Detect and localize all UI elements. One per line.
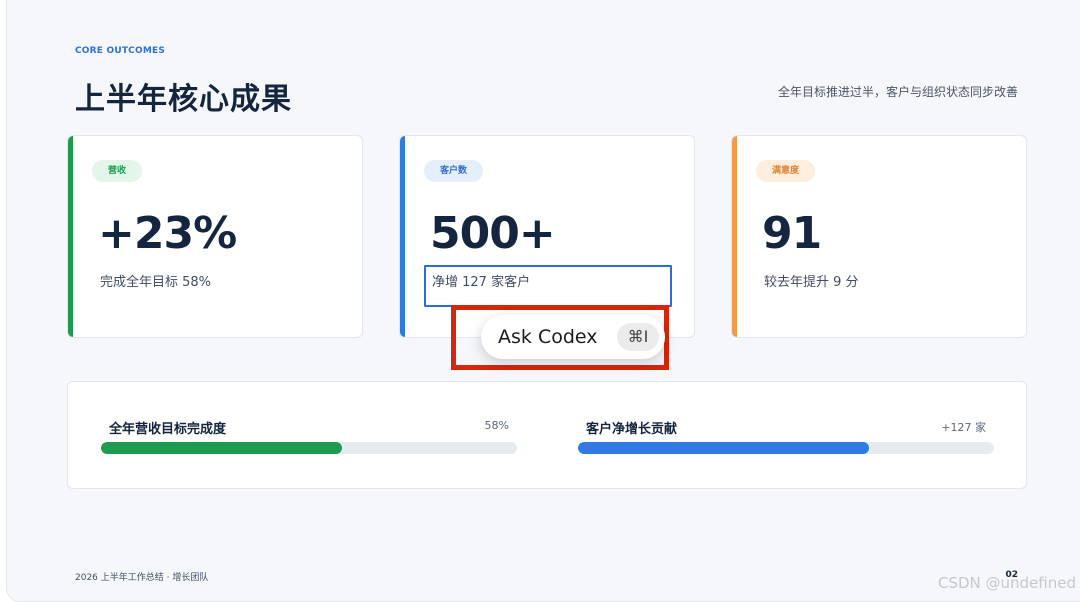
card-badge: 客户数 xyxy=(424,160,484,182)
footer-text: 2026 上半年工作总结 · 增长团队 xyxy=(75,573,209,583)
progress-label: 全年营收目标完成度 xyxy=(109,422,227,437)
card-value: 500+ xyxy=(430,208,556,259)
eyebrow-label: CORE OUTCOMES xyxy=(75,46,166,56)
kpi-card-revenue: 营收 +23% 完成全年目标 58% xyxy=(67,135,363,338)
page-title: 上半年核心成果 xyxy=(75,82,292,117)
card-value: +23% xyxy=(98,208,237,259)
progress-value: +127 家 xyxy=(941,421,986,434)
card-note: 完成全年目标 58% xyxy=(100,275,212,290)
card-note[interactable]: 净增 127 家客户 xyxy=(432,271,530,290)
kpi-card-satisfaction: 满意度 91 较去年提升 9 分 xyxy=(731,135,1027,338)
card-badge: 满意度 xyxy=(756,160,816,182)
progress-panel: 全年营收目标完成度 58% 客户净增长贡献 +127 家 xyxy=(67,381,1027,489)
page-subtitle: 全年目标推进过半，客户与组织状态同步改善 xyxy=(777,85,1018,99)
progress-value: 58% xyxy=(484,419,509,432)
ask-codex-button[interactable]: Ask Codex ⌘I xyxy=(481,315,665,359)
card-note: 较去年提升 9 分 xyxy=(764,275,859,290)
card-accent-bar xyxy=(400,136,405,337)
ask-codex-label[interactable]: Ask Codex xyxy=(498,326,598,348)
watermark: CSDN @undefined xyxy=(937,574,1076,592)
progress-fill xyxy=(101,442,343,454)
card-accent-bar xyxy=(732,136,737,337)
card-badge: 营收 xyxy=(92,160,143,182)
shortcut-badge: ⌘I xyxy=(617,323,659,351)
progress-track xyxy=(101,442,517,454)
slide: CORE OUTCOMES 上半年核心成果 全年目标推进过半，客户与组织状态同步… xyxy=(6,0,1080,602)
progress-label: 客户净增长贡献 xyxy=(586,422,678,437)
progress-fill xyxy=(578,442,870,454)
card-accent-bar xyxy=(68,136,73,337)
text-selection-box[interactable]: 净增 127 家客户 xyxy=(424,265,672,307)
progress-track xyxy=(578,442,994,454)
card-value: 91 xyxy=(762,208,822,259)
